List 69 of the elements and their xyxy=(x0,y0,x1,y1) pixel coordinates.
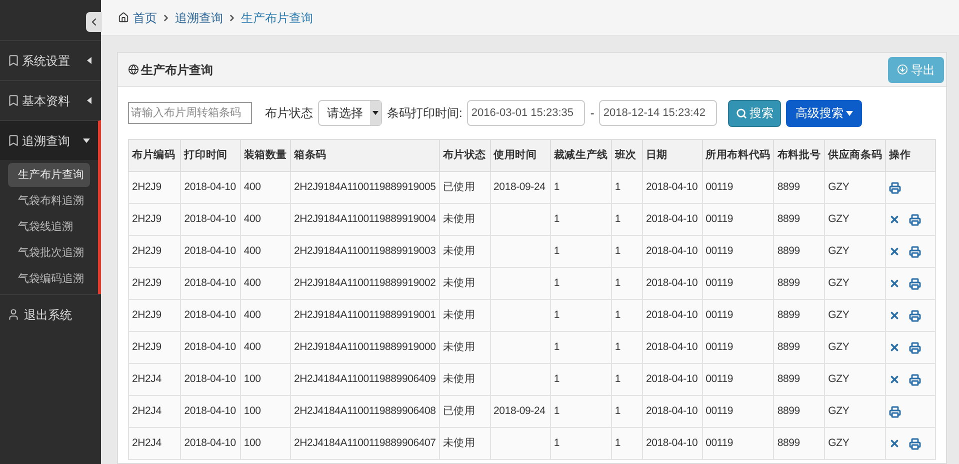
status-label: 布片状态 xyxy=(265,105,313,122)
table-cell: 未使用 xyxy=(439,428,490,460)
delete-icon[interactable] xyxy=(889,438,900,449)
column-header: 布片编码 xyxy=(128,140,181,172)
search-icon xyxy=(736,108,748,118)
delete-icon[interactable] xyxy=(889,278,900,289)
print-time-label: 条码打印时间: xyxy=(387,105,462,122)
panel-title: 生产布片查询 xyxy=(141,62,214,78)
caret-down-icon xyxy=(83,137,90,144)
printer-icon[interactable] xyxy=(889,182,902,194)
home-icon xyxy=(118,12,129,23)
end-time-field[interactable]: 2018-12-14 15:23:42 xyxy=(599,100,718,126)
printer-icon[interactable] xyxy=(909,342,922,354)
printer-icon[interactable] xyxy=(889,406,902,418)
submenu-item[interactable]: 生产布片查询 xyxy=(8,163,90,187)
table-cell: 100 xyxy=(240,428,291,460)
range-separator: - xyxy=(590,105,594,122)
collapse-button[interactable] xyxy=(86,12,102,32)
bookmark-icon xyxy=(7,94,20,107)
printer-icon[interactable] xyxy=(909,438,922,450)
sidebar-item[interactable]: 追溯查询 xyxy=(0,120,101,160)
advanced-search-button[interactable]: 高级搜索 xyxy=(786,100,862,126)
delete-icon[interactable] xyxy=(889,374,900,385)
sidebar-item-label: 系统设置 xyxy=(22,52,71,70)
bookmark-icon xyxy=(7,134,20,147)
delete-icon[interactable] xyxy=(889,342,900,353)
start-time-field[interactable]: 2016-03-01 15:23:35 xyxy=(467,100,586,126)
bookmark-icon xyxy=(7,54,20,67)
printer-icon[interactable] xyxy=(909,310,922,322)
table-cell: 8899 xyxy=(774,428,825,460)
column-header: 箱条码 xyxy=(290,140,440,172)
caret-left-icon xyxy=(86,57,93,64)
sidebar-item-label: 追溯查询 xyxy=(22,132,71,150)
printer-icon[interactable] xyxy=(909,374,922,386)
sidebar-item[interactable]: 系统设置 xyxy=(0,40,101,80)
search-button[interactable]: 搜索 xyxy=(728,100,782,126)
submenu-item[interactable]: 气袋编码追溯 xyxy=(8,267,90,291)
table-cell: GZY xyxy=(824,428,886,460)
submenu-item[interactable]: 气袋批次追溯 xyxy=(8,241,90,265)
chevron-right-icon xyxy=(227,12,237,22)
delete-icon[interactable] xyxy=(889,310,900,321)
printer-icon[interactable] xyxy=(909,246,922,258)
breadcrumb-link[interactable]: 首页 xyxy=(133,8,157,26)
caret-left-icon xyxy=(86,97,93,104)
breadcrumb-link[interactable]: 追溯查询 xyxy=(175,8,223,26)
logout-item[interactable]: 退出系统 xyxy=(0,294,101,334)
submenu-item[interactable]: 气袋线追溯 xyxy=(8,215,90,239)
barcode-input-field[interactable]: 请输入布片周转箱条码 xyxy=(128,102,252,124)
chevron-right-icon xyxy=(161,12,171,22)
table-cell: 2H2J4184A1100119889906407 xyxy=(290,428,440,460)
status-select[interactable]: 请选择 xyxy=(318,100,382,126)
breadcrumb-link[interactable]: 生产布片查询 xyxy=(241,8,313,26)
table-cell: 2018-04-10 xyxy=(642,428,702,460)
caret-down-icon xyxy=(846,110,854,116)
table-cell xyxy=(490,428,550,460)
printer-icon[interactable] xyxy=(909,214,922,226)
submenu-item[interactable]: 气袋布料追溯 xyxy=(8,189,90,213)
delete-icon[interactable] xyxy=(889,214,900,225)
table-cell: 1 xyxy=(550,428,612,460)
user-icon xyxy=(7,308,20,321)
table-cell: 00119 xyxy=(702,428,774,460)
table-cell: 1 xyxy=(611,428,642,460)
table-cell: 2H2J4 xyxy=(128,428,181,460)
table-cell: 2018-04-10 xyxy=(180,428,240,460)
globe-icon xyxy=(128,64,139,75)
download-icon xyxy=(897,64,908,75)
sidebar-item-label: 基本资料 xyxy=(22,92,71,110)
delete-icon[interactable] xyxy=(889,246,900,257)
printer-icon[interactable] xyxy=(909,278,922,290)
